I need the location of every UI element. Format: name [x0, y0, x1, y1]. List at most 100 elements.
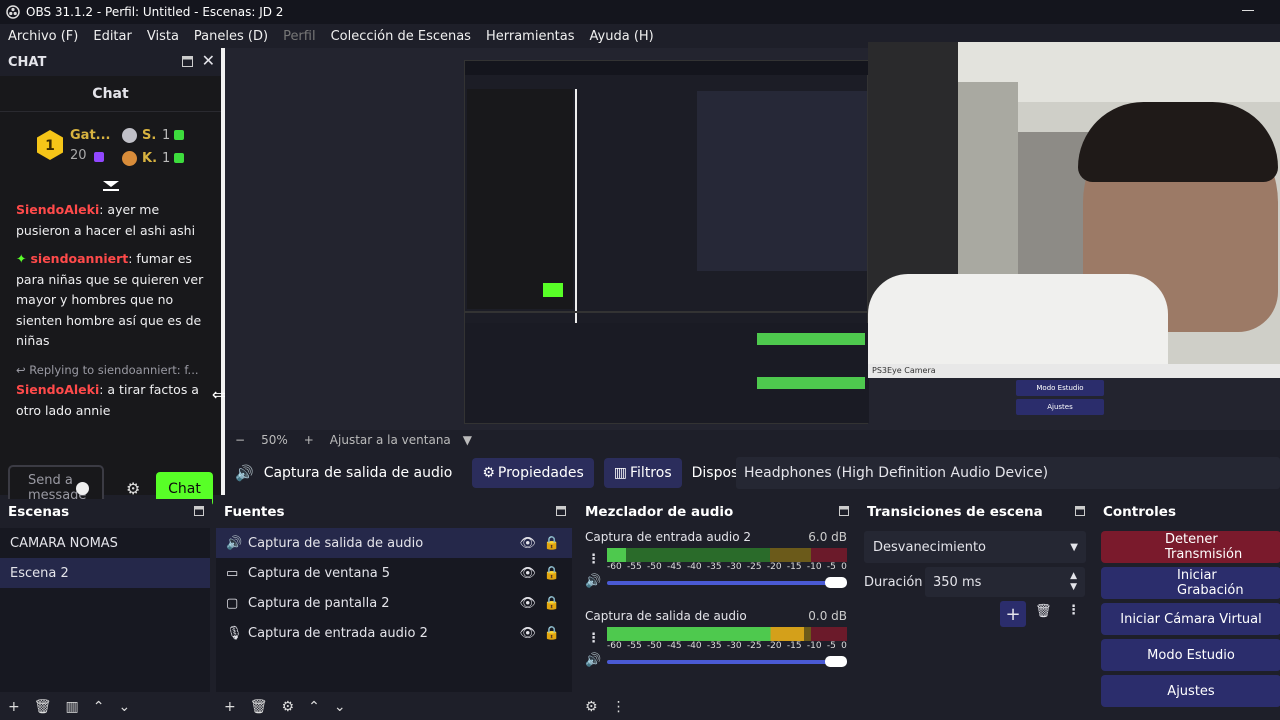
transition-select[interactable]: Desvanecimiento ▼ [864, 531, 1086, 563]
nested-controls-capture: Modo Estudio Ajustes [1016, 380, 1104, 416]
stop-stream-button[interactable]: Detener Transmisión [1101, 531, 1280, 563]
move-up-icon[interactable]: ⌃ [308, 699, 320, 715]
menu-herramientas[interactable]: Herramientas [486, 29, 575, 44]
meter-tick-label: -55 [626, 641, 642, 651]
zoom-level: 50% [261, 433, 288, 447]
close-dock-icon[interactable]: ✕ [202, 51, 215, 70]
eye-icon[interactable]: 👁 [519, 536, 536, 551]
float-dock-icon[interactable] [194, 506, 204, 516]
gift-icon [174, 130, 184, 140]
lock-icon[interactable]: 🔒 [544, 566, 560, 581]
menu-editar[interactable]: Editar [93, 29, 132, 44]
menu-ayuda[interactable]: Ayuda (H) [590, 29, 654, 44]
volume-slider[interactable] [607, 660, 847, 664]
audio-mixer-dock: Mezclador de audio Captura de entrada au… [577, 499, 857, 720]
zoom-in-button[interactable]: + [304, 433, 314, 447]
rank-two-badge [122, 128, 137, 143]
meter-tick-label: -55 [626, 562, 642, 572]
source-name: Captura de pantalla 2 [248, 595, 390, 611]
menu-archivo[interactable]: Archivo (F) [8, 29, 78, 44]
window-icon: ▭ [226, 565, 239, 581]
chat-username[interactable]: SiendoAleki [16, 202, 99, 217]
scene-item[interactable]: CAMARA NOMAS [0, 528, 210, 558]
leaderboard: 1 Gat... 20 S. 1 K. 1 [36, 126, 206, 178]
eye-icon[interactable]: 👁 [519, 566, 536, 581]
eye-icon[interactable]: 👁 [519, 596, 536, 611]
settings-button[interactable]: Ajustes [1101, 675, 1280, 707]
obs-logo-icon [6, 5, 20, 19]
meter-tick-label: -30 [726, 562, 742, 572]
duration-input[interactable]: 350 ms ▲ ▼ [925, 567, 1085, 597]
chat-username[interactable]: SiendoAleki [16, 382, 99, 397]
emoji-icon[interactable] [76, 482, 89, 495]
menu-dots-icon[interactable]: ⋮ [612, 699, 626, 715]
window-title: OBS 31.1.2 - Perfil: Untitled - Escenas:… [26, 5, 284, 19]
float-dock-icon[interactable] [839, 506, 849, 516]
source-item[interactable]: 🔊 Captura de salida de audio 👁 🔒 [216, 528, 572, 558]
move-up-icon[interactable]: ⌃ [93, 699, 105, 715]
volume-slider-handle[interactable] [825, 656, 847, 667]
move-down-icon[interactable]: ⌄ [334, 699, 346, 715]
meter-tick-label: -40 [686, 641, 702, 651]
menu-perfil[interactable]: Perfil [283, 29, 316, 44]
scenes-list: CAMARA NOMAS Escena 2 [0, 528, 210, 692]
lock-icon[interactable]: 🔒 [544, 626, 560, 641]
chevron-down-icon[interactable]: ▼ [463, 433, 472, 447]
start-recording-button[interactable]: Iniciar Grabación [1101, 567, 1280, 599]
advanced-audio-icon[interactable]: ⚙ [585, 699, 598, 715]
meter-tick-label: -5 [826, 562, 836, 572]
leader-third-name: K. [142, 151, 158, 166]
eye-icon[interactable]: 👁 [519, 626, 536, 641]
trash-icon[interactable]: 🗑 [1035, 604, 1052, 619]
trash-icon[interactable]: 🗑 [34, 699, 52, 715]
float-dock-icon[interactable] [182, 56, 193, 67]
add-icon[interactable]: + [8, 699, 20, 715]
menu-coleccion-escenas[interactable]: Colección de Escenas [331, 29, 471, 44]
scene-item[interactable]: Escena 2 [0, 558, 210, 588]
source-item[interactable]: ▢ Captura de pantalla 2 👁 🔒 [216, 588, 572, 618]
volume-slider[interactable] [607, 581, 847, 585]
menu-dots-icon[interactable]: ⋮ [587, 631, 600, 646]
fit-window-dropdown[interactable]: Ajustar a la ventana [330, 433, 451, 447]
lock-icon[interactable]: 🔒 [544, 596, 560, 611]
stepper-icon[interactable]: ▲ ▼ [1070, 571, 1077, 593]
menu-vista[interactable]: Vista [147, 29, 179, 44]
device-select[interactable]: Headphones (High Definition Audio Device… [736, 457, 1280, 489]
add-icon[interactable]: + [224, 699, 236, 715]
settings-gear-icon[interactable]: ⚙ [126, 479, 140, 498]
zoom-out-button[interactable]: − [235, 433, 245, 447]
properties-button[interactable]: ⚙ Propiedades [472, 458, 594, 488]
source-item[interactable]: ▭ Captura de ventana 5 👁 🔒 [216, 558, 572, 588]
collapse-arrow-icon[interactable] [102, 180, 120, 194]
filters-label: Filtros [630, 465, 672, 481]
filter-icon[interactable]: ▥ [66, 699, 79, 715]
chat-username[interactable]: siendoanniert [30, 251, 128, 266]
float-dock-icon[interactable] [1075, 506, 1085, 516]
volume-slider-handle[interactable] [825, 577, 847, 588]
filters-button[interactable]: ▥ Filtros [603, 458, 682, 488]
start-virtual-camera-button[interactable]: Iniciar Cámara Virtual [1101, 603, 1280, 635]
nested-studio-label: Modo Estudio [1016, 380, 1104, 396]
source-item[interactable]: 🎙 Captura de entrada audio 2 👁 🔒 [216, 618, 572, 648]
speaker-icon: 🔊 [235, 464, 254, 482]
add-transition-button[interactable]: + [1000, 601, 1026, 627]
gear-icon[interactable]: ⚙ [282, 699, 295, 715]
float-dock-icon[interactable] [556, 506, 566, 516]
menu-dots-icon[interactable]: ⋮ [587, 552, 600, 567]
nested-settings-label: Ajustes [1016, 399, 1104, 415]
speaker-icon[interactable]: 🔊 [585, 574, 601, 589]
speaker-icon[interactable]: 🔊 [585, 653, 601, 668]
leader-first-count: 20 [70, 148, 87, 163]
move-down-icon[interactable]: ⌄ [118, 699, 130, 715]
menu-paneles[interactable]: Paneles (D) [194, 29, 268, 44]
properties-bar: 🔊 Captura de salida de audio ⚙ Propiedade… [225, 455, 1280, 491]
gear-icon: ⚙ [482, 465, 495, 481]
minimize-button[interactable] [1242, 10, 1254, 11]
transition-selected: Desvanecimiento [873, 539, 987, 555]
lock-icon[interactable]: 🔒 [544, 536, 560, 551]
menu-dots-icon[interactable]: ⋮ [1067, 603, 1080, 618]
speaker-icon: 🔊 [226, 535, 243, 551]
channel-db: 0.0 dB [808, 609, 847, 623]
trash-icon[interactable]: 🗑 [250, 699, 268, 715]
studio-mode-button[interactable]: Modo Estudio [1101, 639, 1280, 671]
